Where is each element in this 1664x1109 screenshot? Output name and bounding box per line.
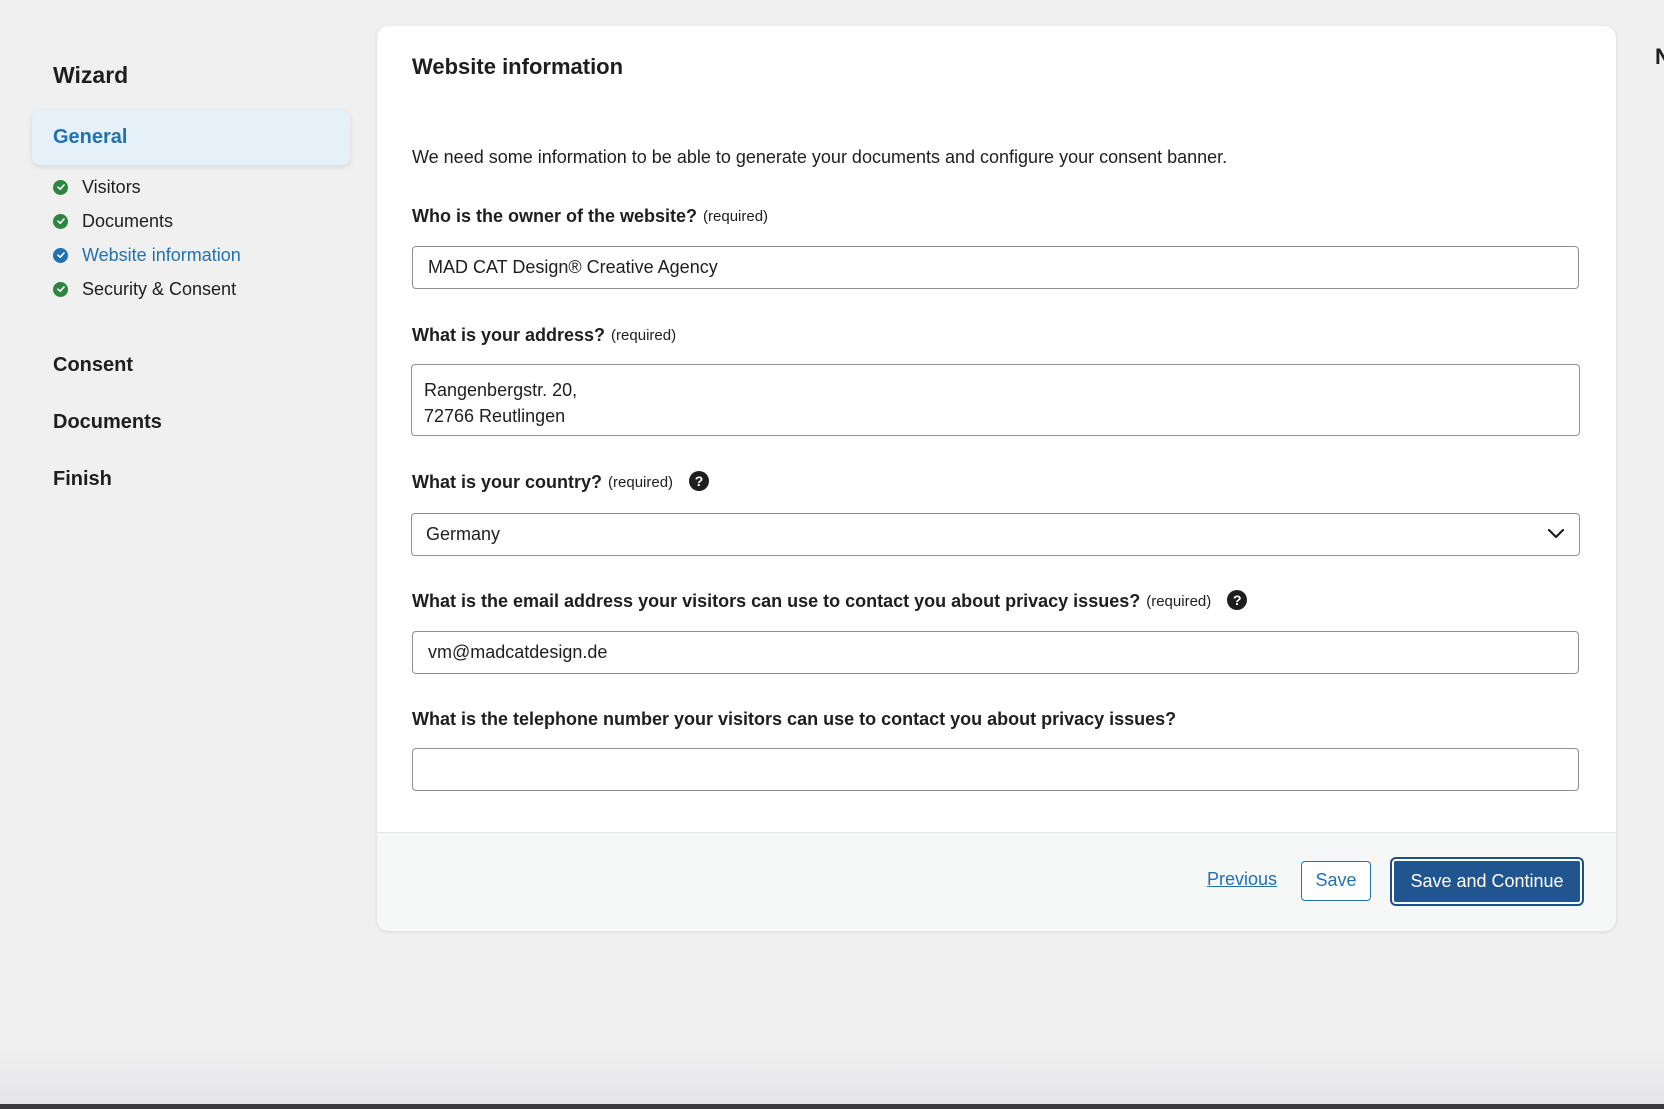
sidebar-step-label: Website information bbox=[82, 244, 241, 265]
email-input[interactable]: vm@madcatdesign.de bbox=[412, 631, 1579, 674]
intro-text: We need some information to be able to g… bbox=[412, 147, 1228, 167]
email-question: What is the email address your visitors … bbox=[412, 589, 1248, 612]
country-question: What is your country? (required) ? bbox=[412, 470, 710, 493]
required-tag: (required) bbox=[1146, 593, 1212, 610]
required-tag: (required) bbox=[611, 327, 677, 344]
address-question-text: What is your address? bbox=[412, 325, 606, 345]
country-question-text: What is your country? bbox=[412, 472, 603, 492]
chevron-down-icon bbox=[1547, 528, 1565, 539]
sidebar-section-consent[interactable]: Consent bbox=[53, 354, 133, 377]
check-circle-icon bbox=[53, 281, 68, 297]
sidebar-section-documents[interactable]: Documents bbox=[53, 411, 162, 434]
owner-question: Who is the owner of the website? (requir… bbox=[412, 206, 768, 227]
bottom-edge-line bbox=[0, 1104, 1664, 1109]
check-circle-icon bbox=[53, 213, 68, 229]
required-tag: (required) bbox=[703, 208, 769, 225]
sidebar-step-documents[interactable]: Documents bbox=[53, 206, 173, 236]
check-circle-icon bbox=[53, 179, 68, 195]
phone-input[interactable] bbox=[412, 748, 1579, 791]
phone-question: What is the telephone number your visito… bbox=[412, 709, 1176, 730]
question-circle-icon[interactable]: ? bbox=[1227, 589, 1248, 610]
required-tag: (required) bbox=[608, 474, 674, 491]
sidebar-section-finish[interactable]: Finish bbox=[53, 468, 112, 491]
address-question: What is your address? (required) bbox=[412, 325, 676, 346]
sidebar-step-website-information[interactable]: Website information bbox=[53, 240, 241, 270]
owner-question-text: Who is the owner of the website? bbox=[412, 206, 698, 226]
address-line-1: Rangenbergstr. 20, bbox=[424, 380, 578, 400]
save-and-continue-button[interactable]: Save and Continue bbox=[1392, 859, 1582, 904]
owner-input-value: MAD CAT Design® Creative Agency bbox=[428, 257, 718, 277]
email-input-value: vm@madcatdesign.de bbox=[428, 642, 608, 662]
sidebar-step-label: Security & Consent bbox=[82, 278, 237, 299]
sidebar-step-label: Visitors bbox=[82, 176, 141, 197]
phone-question-text: What is the telephone number your visito… bbox=[412, 709, 1177, 729]
sidebar-step-label: Documents bbox=[82, 210, 174, 231]
bottom-shadow-bar bbox=[0, 1045, 1664, 1109]
country-select-value: Germany bbox=[426, 524, 501, 544]
owner-input[interactable]: MAD CAT Design® Creative Agency bbox=[412, 246, 1579, 289]
sidebar-section-general[interactable]: General bbox=[32, 110, 350, 165]
sidebar-step-security-consent[interactable]: Security & Consent bbox=[53, 274, 236, 304]
sidebar-step-visitors[interactable]: Visitors bbox=[53, 172, 141, 202]
save-button[interactable]: Save bbox=[1301, 861, 1371, 901]
email-question-text: What is the email address your visitors … bbox=[412, 591, 1141, 611]
address-textarea[interactable]: Rangenbergstr. 20, 72766 Reutlingen bbox=[411, 364, 1580, 436]
country-select[interactable]: Germany bbox=[411, 513, 1580, 556]
website-information-card: Website information We need some informa… bbox=[377, 26, 1616, 931]
wizard-title: Wizard bbox=[53, 62, 129, 88]
check-circle-icon bbox=[53, 247, 68, 263]
address-line-2: 72766 Reutlingen bbox=[424, 406, 566, 426]
previous-link[interactable]: Previous bbox=[1207, 869, 1277, 890]
card-footer: Previous Save Save and Continue bbox=[377, 832, 1616, 931]
page-title: Website information bbox=[412, 54, 624, 79]
question-circle-icon[interactable]: ? bbox=[689, 470, 710, 491]
cropped-corner-text: N bbox=[1655, 44, 1664, 69]
